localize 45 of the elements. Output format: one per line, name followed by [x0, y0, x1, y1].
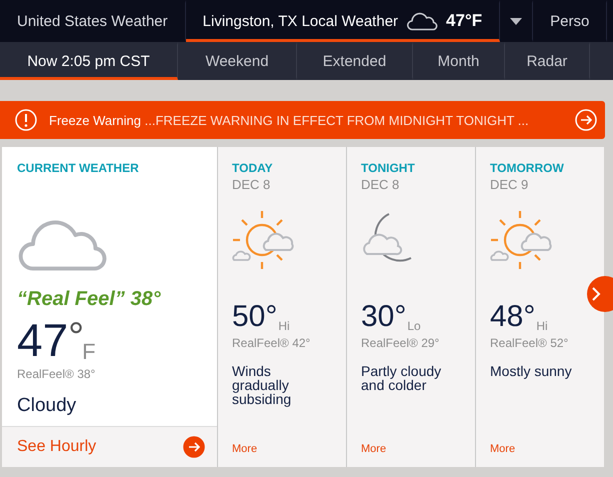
hi-lo-label: Hi [278, 320, 290, 332]
alert-icon [15, 109, 37, 131]
hi-lo-label: Lo [407, 320, 421, 332]
current-temp: 47°F [446, 11, 482, 31]
more-link[interactable]: More [490, 443, 516, 455]
real-feel: RealFeel® 52° [490, 336, 568, 350]
real-feel: RealFeel® 38° [17, 367, 96, 381]
tab[interactable]: Now 2:05 pm CST [0, 42, 178, 80]
see-hourly-link[interactable]: See Hourly [17, 438, 96, 456]
forecast-phrase: Winds gradually subsiding [232, 364, 292, 406]
alert-banner[interactable]: Freeze Warning ...FREEZE WARNING IN EFFECT FROM MIDNIGHT TONIGHT ... [0, 101, 605, 139]
temperature: 47 [17, 317, 68, 363]
more-link[interactable]: More [361, 443, 386, 455]
card-heading: TODAY [232, 161, 273, 175]
forecast-phrase: Partly cloudy and colder [361, 364, 442, 392]
temperature: 50° [232, 302, 278, 332]
sun-cloud-icon [490, 210, 552, 272]
condition: Cloudy [17, 395, 76, 417]
hi-lo-label: Hi [536, 320, 548, 332]
real-feel-quote: “Real Feel” 38° [17, 288, 161, 311]
tab[interactable]: Radar [505, 42, 590, 80]
forecast-date: DEC 9 [490, 177, 528, 192]
temperature: 48° [490, 302, 536, 332]
card-heading: TONIGHT [361, 161, 415, 175]
card-heading: TOMORROW [490, 161, 564, 175]
chevron-icon [591, 286, 601, 302]
alert-message: Freeze Warning ...FREEZE WARNING IN EFFECT FROM MIDNIGHT TONIGHT ... [49, 112, 530, 128]
tab[interactable]: Month [413, 42, 505, 80]
arrow-button-icon [183, 436, 205, 458]
forecast-phrase: Mostly sunny [490, 364, 572, 378]
card-heading: CURRENT WEATHER [17, 161, 139, 175]
forecast-date: DEC 8 [232, 177, 270, 192]
real-feel: RealFeel® 29° [361, 336, 440, 350]
sun-cloud-icon [232, 210, 294, 272]
caret-icon [510, 18, 522, 24]
tab[interactable]: Extended [297, 42, 413, 80]
real-feel: RealFeel® 42° [232, 336, 310, 350]
cloud-icon [406, 11, 438, 31]
forecast-date: DEC 8 [361, 177, 400, 192]
more-link[interactable]: More [232, 443, 258, 455]
degree-sign: ° [68, 317, 84, 357]
temperature-unit: F [82, 341, 96, 363]
tab[interactable]: Weekend [178, 42, 297, 80]
location-title: Livingston, TX Local Weather [202, 12, 398, 30]
temperature: 30° [361, 302, 406, 332]
